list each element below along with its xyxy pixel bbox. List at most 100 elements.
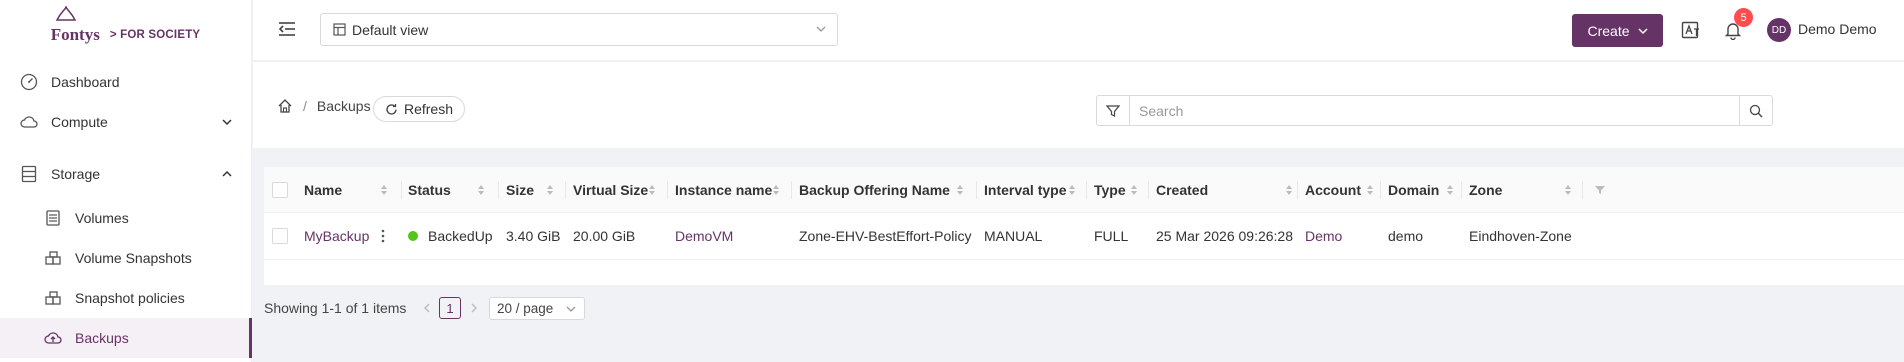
zone-cell: Eindhoven-Zone [1469,228,1572,244]
sort-icon[interactable] [1446,167,1454,212]
sort-icon[interactable] [772,167,780,212]
column-header-domain[interactable]: Domain [1388,167,1439,212]
fontys-crown-icon [55,6,77,21]
virtual-size-cell: 20.00 GiB [573,228,636,244]
row-checkbox[interactable] [272,228,288,244]
refresh-button-label: Refresh [403,101,454,117]
filter-button[interactable] [1096,95,1130,126]
sidebar-item-label: Snapshot policies [75,290,185,306]
type-cell: FULL [1094,228,1129,244]
page-1-button[interactable]: 1 [439,297,461,319]
menu-fold-icon[interactable] [277,19,297,39]
build-icon [43,248,63,268]
sidebar-item-dashboard[interactable]: Dashboard [0,62,252,102]
domain-cell: demo [1388,228,1424,244]
sort-icon[interactable] [956,167,964,212]
chevron-down-icon [222,119,232,126]
chevron-down-icon [1637,27,1648,34]
view-select[interactable]: Default view [320,13,838,46]
account-link[interactable]: Demo [1305,213,1342,259]
refresh-button[interactable]: Refresh [373,96,465,122]
sidebar-item-label: Compute [51,114,108,130]
sort-icon[interactable] [1285,167,1293,212]
sidebar-item-backups[interactable]: Backups [0,318,252,358]
column-header-size[interactable]: Size [506,167,534,212]
backup-name-link[interactable]: MyBackup [304,213,369,259]
brand-logo[interactable]: Fontys > FOR SOCIETY [0,0,251,62]
layout-icon [333,23,346,36]
search-icon [1749,104,1763,117]
chevron-up-icon [222,170,232,177]
table-row: MyBackup BackedUp 3.40 GiB 20.00 GiB Dem… [264,213,1904,260]
breadcrumb-separator: / [303,98,307,114]
sidebar-item-label: Storage [51,166,101,182]
sort-icon[interactable] [477,167,485,212]
sidebar-item-compute[interactable]: Compute [0,102,252,142]
sort-icon[interactable] [380,167,388,212]
brand-tagline: > FOR SOCIETY [109,29,201,41]
cloud-upload-icon [43,328,63,348]
column-header-instance-name[interactable]: Instance name [675,167,772,212]
column-header-account[interactable]: Account [1305,167,1361,212]
column-header-name[interactable]: Name [304,167,342,212]
column-header-backup-offering[interactable]: Backup Offering Name [799,167,950,212]
sort-icon[interactable] [648,167,656,212]
row-select-cell [272,213,288,259]
page-size-select[interactable]: 20 / page [489,297,585,320]
search-input[interactable]: Search [1129,95,1740,126]
sort-icon[interactable] [1564,167,1572,212]
column-header-status[interactable]: Status [408,167,451,212]
column-header-zone[interactable]: Zone [1469,167,1502,212]
pagination-summary: Showing 1-1 of 1 items [264,300,407,316]
avatar[interactable]: DD [1767,18,1791,42]
dashboard-icon [19,72,39,92]
sidebar-item-label: Volume Snapshots [75,250,192,266]
top-header: Default view Create 5 DD Demo Demo [253,0,1904,61]
view-select-value: Default view [352,21,429,38]
translate-icon[interactable] [1681,20,1701,40]
reload-icon [386,103,397,115]
sidebar-item-volume-snapshots[interactable]: Volume Snapshots [0,238,252,278]
sidebar-item-volumes[interactable]: Volumes [0,198,252,238]
home-icon[interactable] [277,98,293,114]
sidebar-item-snapshot-policies[interactable]: Snapshot policies [0,278,252,318]
build-icon [43,288,63,308]
brand-name: Fontys [50,25,100,44]
sort-icon[interactable] [546,167,554,212]
column-filter-icon[interactable] [1594,167,1606,212]
hdd-icon [43,208,63,228]
cloud-icon [19,112,39,132]
sort-icon[interactable] [1130,167,1138,212]
column-header-virtual-size[interactable]: Virtual Size [573,167,648,212]
page-size-value: 20 / page [497,301,554,316]
backups-table: Name Status Size Virtual Size Instance n… [264,167,1904,285]
prev-page-icon[interactable] [423,303,431,313]
sidebar-item-label: Dashboard [51,74,120,90]
size-cell: 3.40 GiB [506,228,561,244]
status-success-icon [408,231,418,241]
search-placeholder: Search [1139,102,1184,119]
column-header-interval-type[interactable]: Interval type [984,167,1066,212]
user-name[interactable]: Demo Demo [1798,21,1877,37]
sort-icon[interactable] [1366,167,1374,212]
row-actions-icon[interactable] [381,213,385,259]
backup-offering-cell: Zone-EHV-BestEffort-Policy [799,228,972,244]
chevron-down-icon [816,26,826,32]
column-header-created[interactable]: Created [1156,167,1208,212]
search-button[interactable] [1739,95,1773,126]
status-cell: BackedUp [408,213,493,259]
next-page-icon[interactable] [470,303,478,313]
select-all-checkbox[interactable] [272,181,288,198]
sidebar-item-storage[interactable]: Storage [0,154,252,194]
chevron-down-icon [566,306,576,312]
breadcrumb: / Backups [277,98,371,114]
create-button[interactable]: Create [1572,14,1663,47]
instance-name-link[interactable]: DemoVM [675,213,733,259]
sidebar-item-label: Volumes [75,210,129,226]
filter-icon [1106,104,1120,117]
notification-badge: 5 [1734,8,1753,27]
column-header-type[interactable]: Type [1094,167,1126,212]
sort-icon[interactable] [1068,167,1076,212]
status-text: BackedUp [428,228,493,244]
sidebar: Fontys > FOR SOCIETY Dashboard Compute S… [0,0,252,362]
